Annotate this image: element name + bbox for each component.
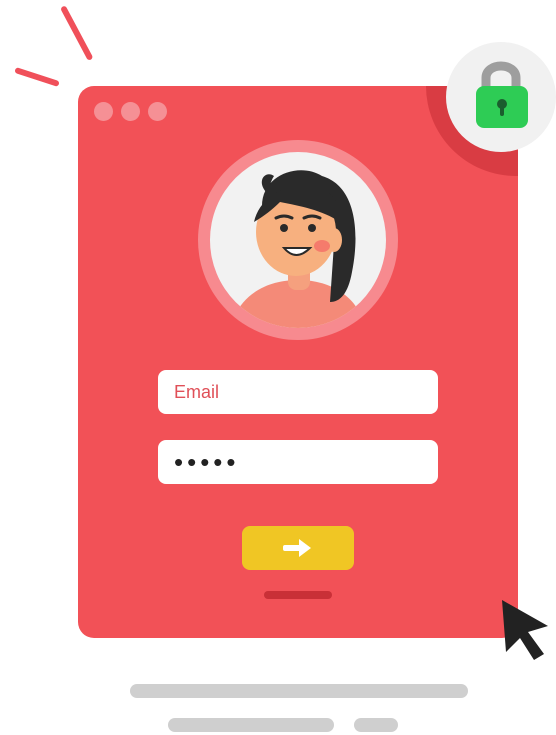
lock-icon [476,61,528,128]
window-dot[interactable] [94,102,113,121]
email-field[interactable] [158,370,438,414]
avatar-frame [198,140,398,340]
user-avatar-icon [230,170,366,328]
lock-badge [446,42,556,152]
cursor-icon [502,600,548,660]
forgot-link[interactable] [264,591,332,599]
arrow-right-icon [283,539,311,557]
accent-line [60,5,94,61]
avatar [210,152,386,328]
login-window [78,86,518,638]
window-controls [94,102,167,121]
password-field[interactable] [158,440,438,484]
footer-bar [354,718,398,732]
accent-line [14,67,60,87]
submit-button[interactable] [242,526,354,570]
window-dot[interactable] [148,102,167,121]
footer-bar [130,684,468,698]
window-dot[interactable] [121,102,140,121]
footer-bar [168,718,334,732]
